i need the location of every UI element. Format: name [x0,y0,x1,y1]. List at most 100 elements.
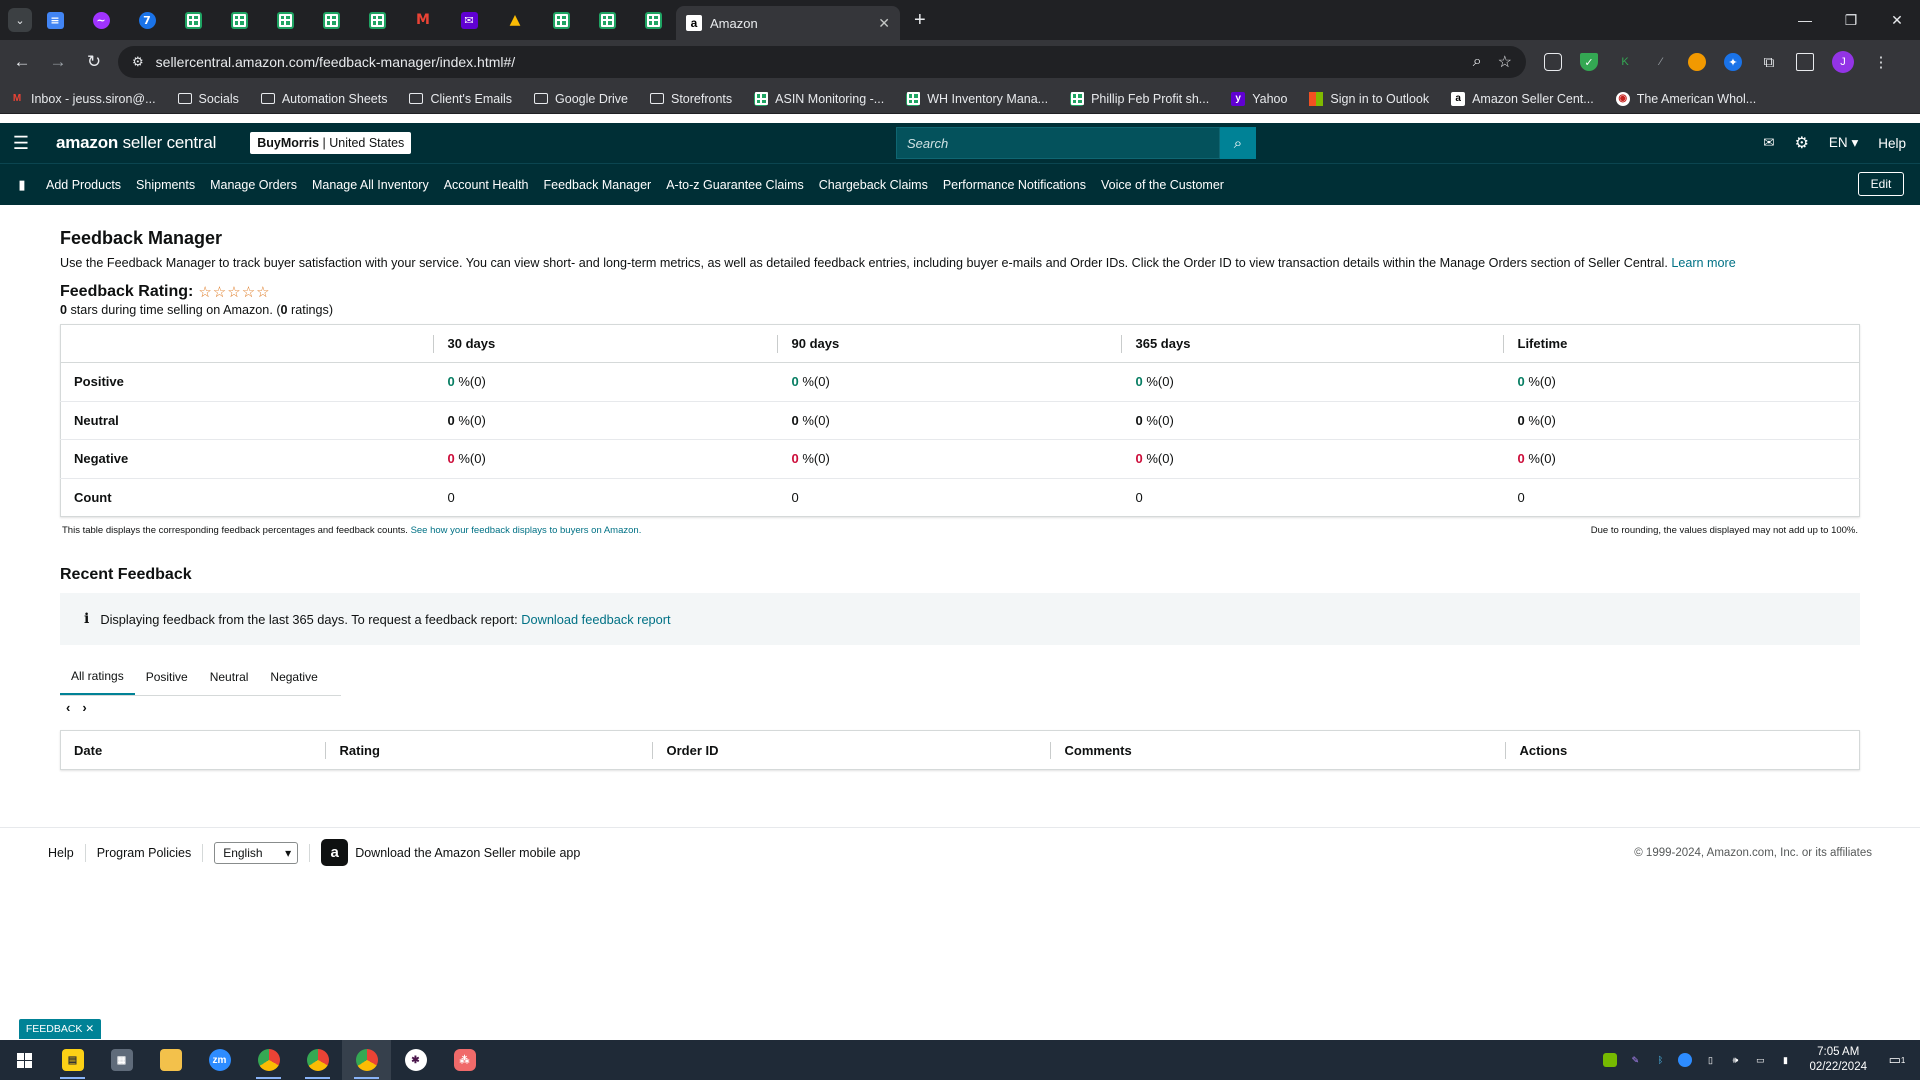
tab-negative[interactable]: Negative [259,659,328,695]
help-link[interactable]: Help [1878,136,1906,151]
tab-sheet-6[interactable] [538,0,584,40]
taskbar-app-dots[interactable]: ⁂ [440,1040,489,1080]
tab-numbered-site[interactable]: 7 [124,0,170,40]
language-selector[interactable]: EN ▾ [1829,135,1858,151]
new-tab-icon[interactable]: + [914,9,926,32]
bookmark-item[interactable]: y Yahoo [1231,91,1287,106]
bookmark-folder[interactable]: Automation Sheets [260,92,387,106]
profile-avatar[interactable]: J [1832,51,1854,73]
keepa-extension-icon[interactable]: K [1616,53,1634,71]
nav-performance-notifications[interactable]: Performance Notifications [943,178,1086,192]
close-tab-icon[interactable]: ✕ [878,15,890,32]
buyer-display-link[interactable]: See how your feedback displays to buyers… [411,525,642,536]
taskbar-sticky-notes[interactable]: ▤ [48,1040,97,1080]
microphone-icon[interactable]: ▮ [1778,1053,1792,1067]
download-feedback-report-link[interactable]: Download feedback report [521,612,670,627]
column-header-date[interactable]: Date [61,731,325,770]
seller-central-logo[interactable]: amazon seller central [56,133,216,153]
bookmark-item[interactable]: ◉ The American Whol... [1615,91,1756,106]
active-tab[interactable]: a Amazon ✕ [676,6,900,40]
pen-extension-icon[interactable]: ⁄ [1652,53,1670,71]
tab-sheet-2[interactable] [216,0,262,40]
chevron-right-icon[interactable]: › [82,700,86,715]
tab-yahoo-mail[interactable]: ✉ [446,0,492,40]
tab-sheet-8[interactable] [630,0,676,40]
bookmark-star-icon[interactable]: ☆ [1498,52,1512,72]
taskbar-zoom[interactable]: zm [195,1040,244,1080]
taskbar-chrome-3[interactable] [342,1040,391,1080]
download-app-link[interactable]: Download the Amazon Seller mobile app [355,846,580,860]
side-panel-icon[interactable] [1796,53,1814,71]
notification-center-icon[interactable]: ▭ 1 [1886,1049,1908,1071]
reload-icon[interactable]: ↻ [76,52,112,72]
store-selector[interactable]: BuyMorris | United States [250,132,412,154]
tab-gmail[interactable]: M [400,0,446,40]
volume-icon[interactable]: 🕪 [1728,1053,1742,1067]
taskbar-chrome-1[interactable] [244,1040,293,1080]
bookmark-item[interactable]: Sign in to Outlook [1309,91,1429,106]
close-icon[interactable]: ✕ [85,1023,94,1035]
nav-voice-of-customer[interactable]: Voice of the Customer [1101,178,1224,192]
forward-icon[interactable]: → [40,52,76,72]
program-policies-link[interactable]: Program Policies [97,846,191,860]
nav-manage-all-inventory[interactable]: Manage All Inventory [312,178,429,192]
bookmark-item[interactable]: M Inbox - jeuss.siron@... [10,92,156,106]
nav-feedback-manager[interactable]: Feedback Manager [544,178,652,192]
tab-messenger[interactable]: ~ [78,0,124,40]
taskbar-calculator[interactable]: ▦ [97,1040,146,1080]
tab-sheet-4[interactable] [308,0,354,40]
taskbar-slack[interactable]: ✱ [391,1040,440,1080]
extensions-puzzle-icon[interactable]: ⧉ [1760,53,1778,71]
edit-nav-button[interactable]: Edit [1858,172,1904,196]
tab-all-ratings[interactable]: All ratings [60,659,135,695]
column-header-comments[interactable]: Comments [1049,731,1505,770]
bookmark-item[interactable]: WH Inventory Mana... [906,91,1048,106]
site-settings-icon[interactable]: ⚙ [132,54,144,70]
address-bar[interactable]: ⚙ sellercentral.amazon.com/feedback-mana… [118,46,1526,78]
bluetooth-icon[interactable]: ᛒ [1653,1053,1667,1067]
tab-sheet-5[interactable] [354,0,400,40]
battery-icon[interactable]: ▯ [1703,1053,1717,1067]
taskbar-file-explorer[interactable] [146,1040,195,1080]
nav-chargeback-claims[interactable]: Chargeback Claims [819,178,928,192]
tab-sheet-7[interactable] [584,0,630,40]
blue-extension-icon[interactable]: ✦ [1724,53,1742,71]
shield-icon[interactable]: ✓ [1580,53,1598,71]
tab-sheet-3[interactable] [262,0,308,40]
hamburger-menu-icon[interactable]: ☰ [0,133,42,154]
orange-extension-icon[interactable] [1688,53,1706,71]
pen-icon[interactable]: ✎ [1628,1053,1642,1067]
feedback-button[interactable]: FEEDBACK ✕ [19,1019,101,1039]
bookmark-icon[interactable]: ▮ [0,177,44,193]
tab-positive[interactable]: Positive [135,659,199,695]
learn-more-link[interactable]: Learn more [1671,256,1735,270]
url-text[interactable]: sellercentral.amazon.com/feedback-manage… [156,54,1457,70]
column-header-order-id[interactable]: Order ID [651,731,1050,770]
taskbar-chrome-2[interactable] [293,1040,342,1080]
zoom-icon[interactable]: ⌕ [1473,53,1482,71]
search-input[interactable] [896,127,1220,159]
tab-sheet-1[interactable] [170,0,216,40]
nav-shipments[interactable]: Shipments [136,178,195,192]
footer-help-link[interactable]: Help [48,846,74,860]
column-header-rating[interactable]: Rating [324,731,652,770]
nav-manage-orders[interactable]: Manage Orders [210,178,297,192]
back-icon[interactable]: ← [4,52,40,72]
close-window-icon[interactable]: ✕ [1874,12,1920,29]
bookmark-folder[interactable]: Google Drive [534,92,628,106]
network-icon[interactable]: ▭ [1753,1053,1767,1067]
nav-a-to-z-claims[interactable]: A-to-z Guarantee Claims [666,178,804,192]
bookmark-item[interactable]: ASIN Monitoring -... [754,91,884,106]
amazon-app-icon[interactable]: a [321,839,349,866]
bookmark-item[interactable]: Phillip Feb Profit sh... [1070,91,1209,106]
zoom-tray-icon[interactable] [1678,1053,1693,1067]
bookmark-folder[interactable]: Socials [177,92,239,106]
system-clock[interactable]: 7:05 AM 02/22/2024 [1809,1045,1867,1075]
browser-menu-icon[interactable]: ⋮ [1872,53,1890,71]
windows-start-icon[interactable] [0,1052,48,1068]
footer-language-select[interactable]: English ▾ [214,841,299,864]
qr-code-icon[interactable] [1544,53,1562,71]
restore-icon[interactable]: ❐ [1828,12,1874,29]
tab-search-dropdown-icon[interactable]: ⌄ [8,8,32,32]
bookmark-folder[interactable]: Storefronts [650,92,732,106]
